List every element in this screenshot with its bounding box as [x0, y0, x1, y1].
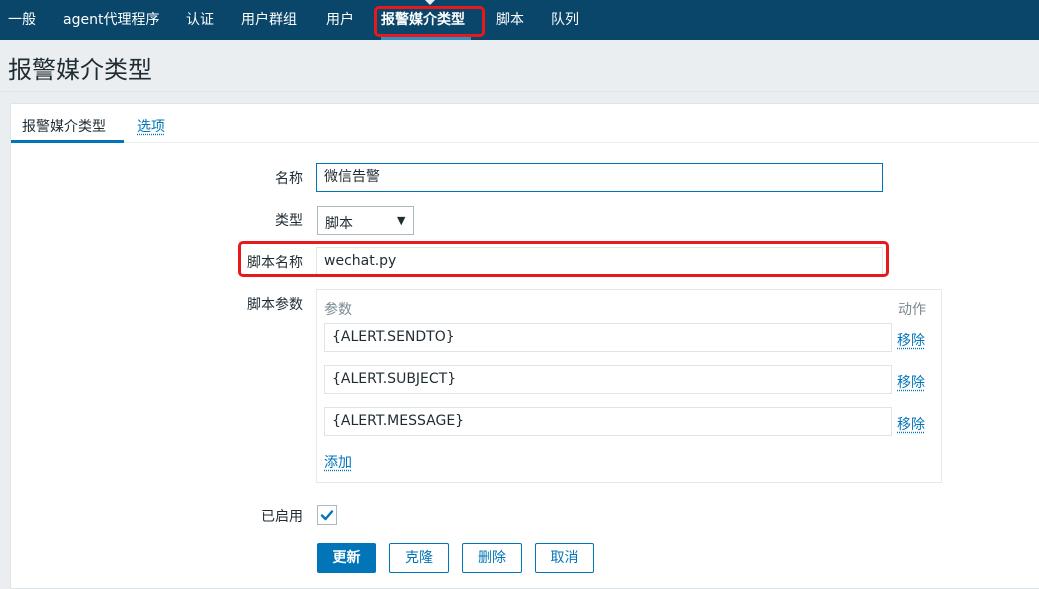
add-param-link[interactable]: 添加	[324, 452, 352, 472]
nav-item-media-types[interactable]: 报警媒介类型	[381, 0, 465, 40]
name-label: 名称	[275, 171, 303, 187]
script-params-label: 脚本参数	[247, 297, 303, 313]
tab-active-indicator	[11, 140, 124, 143]
remove-param-link[interactable]: 移除	[897, 330, 925, 350]
remove-param-link[interactable]: 移除	[897, 372, 925, 392]
enabled-checkbox[interactable]	[317, 505, 337, 525]
remove-param-link[interactable]: 移除	[897, 414, 925, 434]
delete-button[interactable]: 删除	[462, 543, 522, 573]
actions-column-header: 动作	[898, 302, 926, 318]
checkmark-icon	[320, 510, 334, 521]
form-panel: 报警媒介类型 选项 名称 微信告警 类型 脚本 ▼ 脚本名称 wechat.py…	[10, 103, 1039, 589]
triangle-down-icon: ▼	[397, 214, 406, 227]
cancel-button[interactable]: 取消	[535, 543, 594, 573]
nav-item-queue[interactable]: 队列	[551, 0, 579, 40]
param-field[interactable]: {ALERT.SUBJECT}	[324, 365, 892, 394]
nav-pointer-marker	[425, 0, 435, 5]
nav-item-general[interactable]: 一般	[8, 0, 36, 40]
nav-active-indicator	[381, 37, 471, 40]
divider	[0, 91, 1039, 92]
param-field[interactable]: {ALERT.SENDTO}	[324, 323, 892, 352]
tab-options[interactable]: 选项	[137, 116, 165, 136]
nav-item-users[interactable]: 用户	[326, 0, 354, 40]
nav-item-proxies[interactable]: agent代理程序	[63, 0, 159, 40]
type-select[interactable]: 脚本 ▼	[317, 206, 414, 235]
top-navigation: 一般 agent代理程序 认证 用户群组 用户 报警媒介类型 脚本 队列	[0, 0, 1039, 40]
type-select-value: 脚本	[325, 216, 353, 232]
script-name-label: 脚本名称	[247, 255, 303, 271]
nav-item-authentication[interactable]: 认证	[186, 0, 214, 40]
name-field[interactable]: 微信告警	[316, 163, 883, 192]
params-column-header: 参数	[324, 302, 352, 318]
nav-item-scripts[interactable]: 脚本	[496, 0, 524, 40]
param-field[interactable]: {ALERT.MESSAGE}	[324, 407, 892, 436]
clone-button[interactable]: 克隆	[389, 543, 449, 573]
update-button[interactable]: 更新	[317, 543, 376, 573]
enabled-label: 已启用	[261, 509, 303, 525]
nav-item-user-groups[interactable]: 用户群组	[241, 0, 297, 40]
script-name-field[interactable]: wechat.py	[316, 247, 883, 276]
type-label: 类型	[275, 213, 303, 229]
tab-bar: 报警媒介类型 选项	[11, 104, 1039, 143]
tab-media-type[interactable]: 报警媒介类型	[22, 116, 106, 136]
script-params-table: 参数 动作 {ALERT.SENDTO} 移除 {ALERT.SUBJECT} …	[316, 289, 942, 483]
page-title: 报警媒介类型	[8, 56, 152, 84]
